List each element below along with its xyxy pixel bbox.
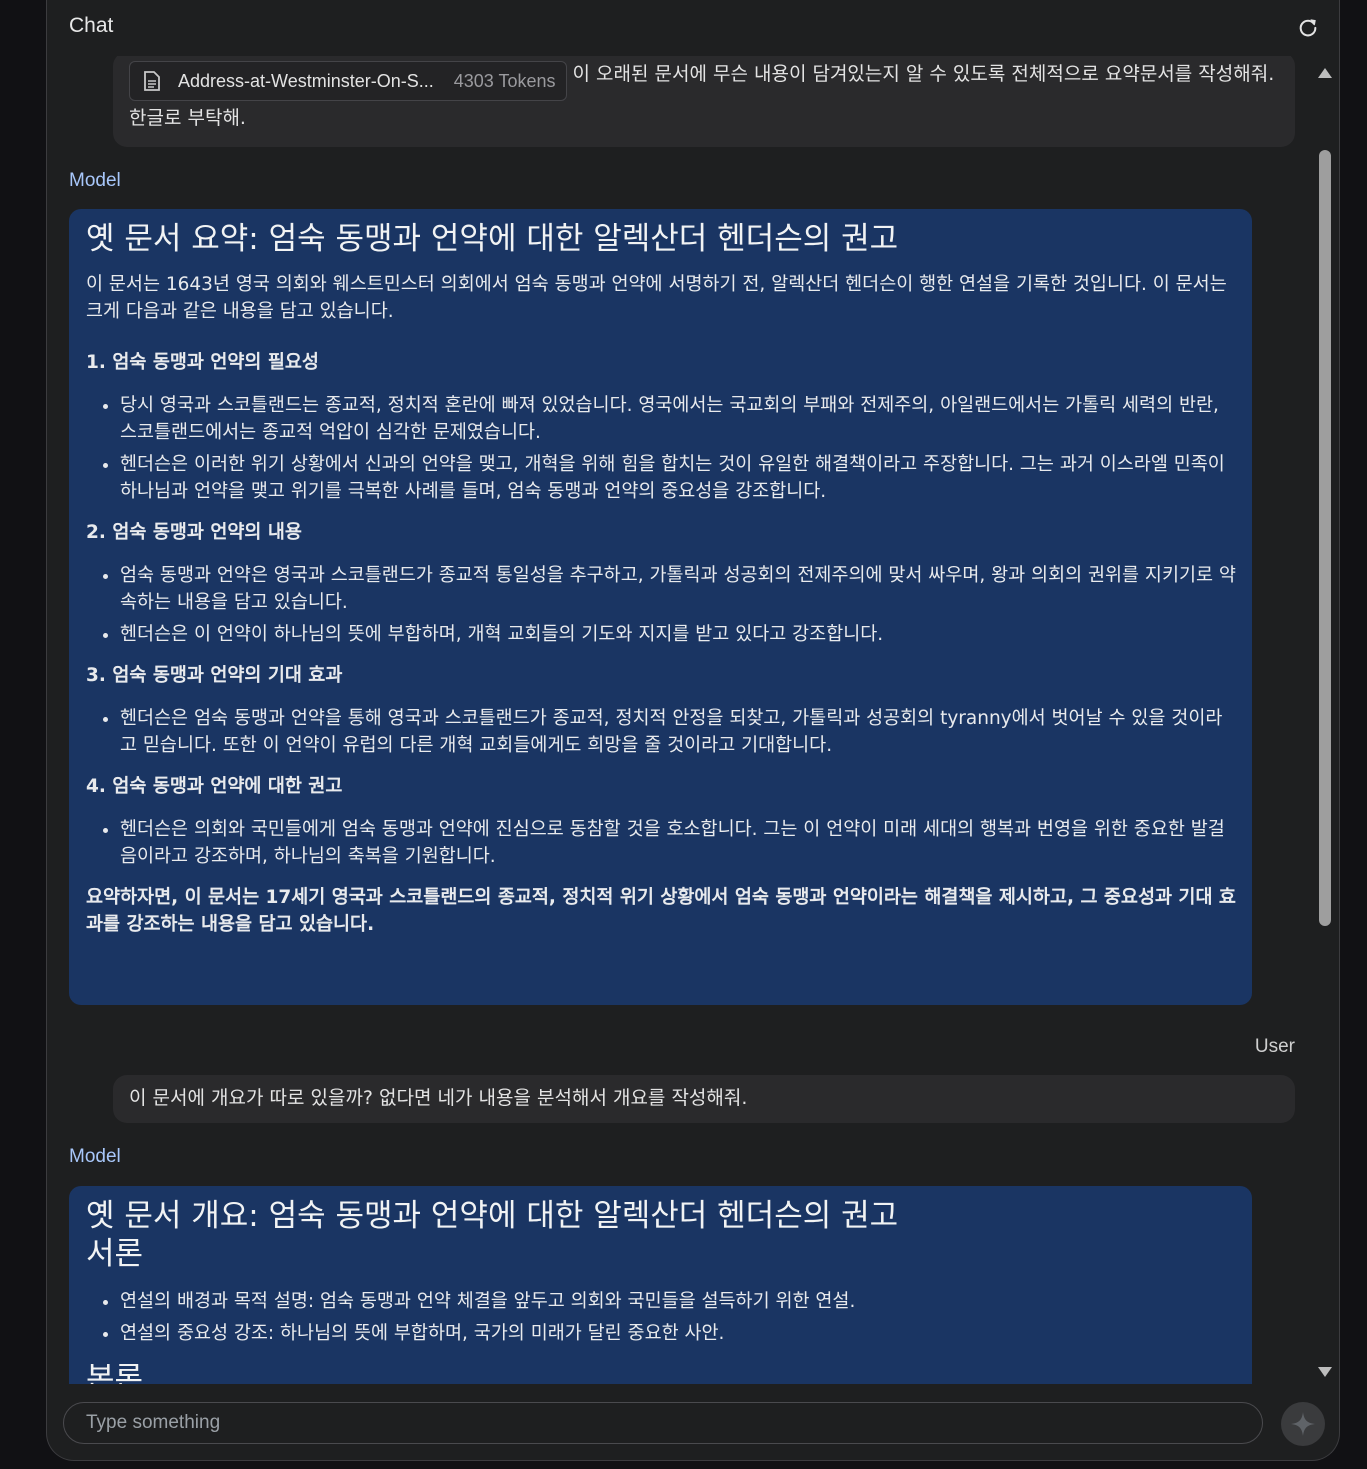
document-icon [144,71,160,91]
bullet-list: 당시 영국과 스코틀랜드는 종교적, 정치적 혼란에 빠져 있었습니다. 영국에… [86,392,1236,505]
user-message: 이 문서에 개요가 따로 있을까? 없다면 네가 내용을 분석해서 개요를 작성… [113,1075,1295,1123]
refresh-icon[interactable] [1297,16,1319,38]
model-role-label: Model [69,1146,121,1167]
list-item: 당시 영국과 스코틀랜드는 종교적, 정치적 혼란에 빠져 있었습니다. 영국에… [120,392,1236,446]
list-item: 엄숙 동맹과 언약은 영국과 스코틀랜드가 종교적 통일성을 추구하고, 가톨릭… [120,562,1236,616]
chat-header: Chat [47,0,1339,56]
section-heading: 2. 엄숙 동맹과 언약의 내용 [86,522,302,543]
response-summary: 요약하자면, 이 문서는 17세기 영국과 스코틀랜드의 종교적, 정치적 위기… [86,887,1236,935]
model-response: 옛 문서 개요: 엄숙 동맹과 언약에 대한 알렉산더 헨더슨의 권고 서론 연… [69,1186,1252,1384]
response-intro: 이 문서는 1643년 영국 의회와 웨스트민스터 의회에서 엄숙 동맹과 언약… [86,274,1227,322]
list-item: 연설의 배경과 목적 설명: 엄숙 동맹과 언약 체결을 앞두고 의회와 국민들… [120,1288,1236,1315]
chat-history[interactable]: Address-at-Westminster-On-S... 4303 Toke… [47,56,1315,1384]
response-subtitle: 서론 [86,1236,144,1272]
list-item: 헨더슨은 의회와 국민들에게 엄숙 동맹과 언약에 진심으로 동참할 것을 호소… [120,816,1236,870]
scroll-down-arrow-icon[interactable] [1318,1367,1332,1377]
list-item: 헨더슨은 엄숙 동맹과 언약을 통해 영국과 스코틀랜드가 종교적, 정치적 안… [120,705,1236,759]
message-input[interactable]: Type something [63,1402,1263,1444]
chat-title: Chat [69,14,114,37]
bullet-list: 헨더슨은 엄숙 동맹과 언약을 통해 영국과 스코틀랜드가 종교적, 정치적 안… [86,705,1236,759]
section-heading: 3. 엄숙 동맹과 언약의 기대 효과 [86,665,343,686]
bullet-list: 헨더슨은 의회와 국민들에게 엄숙 동맹과 언약에 진심으로 동참할 것을 호소… [86,816,1236,870]
attachment-token-count: 4303 Tokens [453,70,556,91]
list-item: 헨더슨은 이러한 위기 상황에서 신과의 언약을 맺고, 개혁을 위해 힘을 합… [120,451,1236,505]
scroll-up-arrow-icon[interactable] [1318,68,1332,78]
chat-panel: Chat Address-at-Westminster-On-S... 4303… [46,0,1340,1461]
bullet-list: 연설의 배경과 목적 설명: 엄숙 동맹과 언약 체결을 앞두고 의회와 국민들… [86,1288,1236,1347]
send-button[interactable] [1281,1402,1325,1446]
model-response: 옛 문서 요약: 엄숙 동맹과 언약에 대한 알렉산더 헨더슨의 권고 이 문서… [69,209,1252,1005]
section-heading: 4. 엄숙 동맹과 언약에 대한 권고 [86,776,343,797]
model-role-label: Model [69,170,121,191]
bullet-list: 엄숙 동맹과 언약은 영국과 스코틀랜드가 종교적 통일성을 추구하고, 가톨릭… [86,562,1236,648]
section-heading: 1. 엄숙 동맹과 언약의 필요성 [86,352,319,373]
user-message-text: 이 문서에 개요가 따로 있을까? 없다면 네가 내용을 분석해서 개요를 작성… [129,1087,748,1109]
user-message: Address-at-Westminster-On-S... 4303 Toke… [113,56,1295,147]
response-title: 옛 문서 개요: 엄숙 동맹과 언약에 대한 알렉산더 헨더슨의 권고 [86,1198,899,1234]
chat-scrollbar[interactable] [1315,60,1335,1385]
list-item: 헨더슨은 이 언약이 하나님의 뜻에 부합하며, 개혁 교회들의 기도와 지지를… [120,621,1236,648]
response-title: 옛 문서 요약: 엄숙 동맹과 언약에 대한 알렉산더 헨더슨의 권고 [86,221,899,257]
attachment-chip[interactable]: Address-at-Westminster-On-S... 4303 Toke… [129,61,567,101]
attachment-file-name: Address-at-Westminster-On-S... [178,70,434,91]
user-role-label: User [1254,1036,1295,1057]
scrollbar-thumb[interactable] [1319,150,1331,926]
list-item: 연설의 중요성 강조: 하나님의 뜻에 부합하며, 국가의 미래가 달린 중요한… [120,1320,1236,1347]
response-heading: 본론 [86,1361,144,1384]
sparkle-icon [1291,1412,1315,1436]
